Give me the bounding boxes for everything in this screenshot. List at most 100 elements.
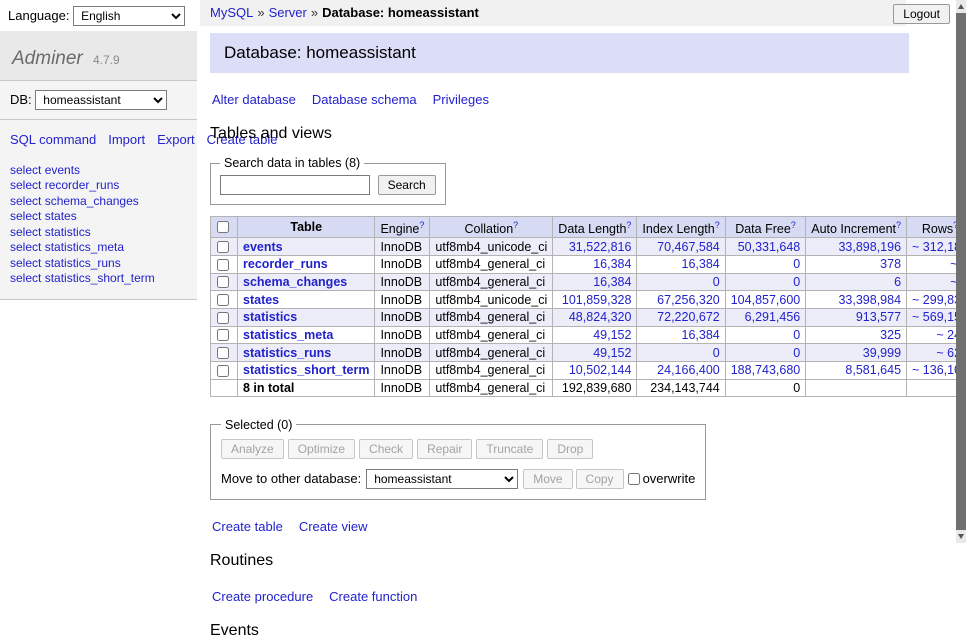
table-name-link[interactable]: states <box>45 209 77 223</box>
auto-increment-link[interactable]: 8,581,645 <box>845 363 901 377</box>
index-length-link[interactable]: 16,384 <box>682 257 720 271</box>
index-length-link[interactable]: 70,467,584 <box>657 240 720 254</box>
row-checkbox[interactable] <box>217 259 229 271</box>
auto-increment-link[interactable]: 913,577 <box>856 310 901 324</box>
scrollbar-thumb[interactable] <box>956 13 966 530</box>
scrollbar-up-icon[interactable] <box>958 4 964 9</box>
table-name-link[interactable]: statistics_runs <box>45 256 121 270</box>
table-link[interactable]: schema_changes <box>243 275 347 289</box>
logout-button[interactable]: Logout <box>893 4 950 24</box>
repair-button[interactable]: Repair <box>417 439 472 459</box>
auto-increment-link[interactable]: 33,898,196 <box>838 240 901 254</box>
link-export[interactable]: Export <box>157 132 195 147</box>
auto-increment-link[interactable]: 6 <box>894 275 901 289</box>
link-alter-database[interactable]: Alter database <box>212 92 296 107</box>
drop-button[interactable]: Drop <box>547 439 593 459</box>
select-link[interactable]: select <box>10 225 41 239</box>
data-free-link[interactable]: 188,743,680 <box>731 363 801 377</box>
table-link[interactable]: statistics <box>243 310 297 324</box>
data-length-link[interactable]: 49,152 <box>593 328 631 342</box>
breadcrumb-mysql-link[interactable]: MySQL <box>210 5 253 20</box>
row-checkbox[interactable] <box>217 294 229 306</box>
select-link[interactable]: select <box>10 209 41 223</box>
table-name-link[interactable]: schema_changes <box>45 194 139 208</box>
analyze-button[interactable]: Analyze <box>221 439 284 459</box>
row-checkbox[interactable] <box>217 347 229 359</box>
row-checkbox[interactable] <box>217 329 229 341</box>
link-create-view[interactable]: Create view <box>299 519 368 534</box>
index-length-link[interactable]: 67,256,320 <box>657 293 720 307</box>
table-name-link[interactable]: events <box>45 163 80 177</box>
help-icon[interactable]: ? <box>896 220 901 230</box>
help-icon[interactable]: ? <box>791 220 796 230</box>
select-link[interactable]: select <box>10 194 41 208</box>
select-link[interactable]: select <box>10 163 41 177</box>
table-name-link[interactable]: recorder_runs <box>45 178 120 192</box>
table-name-link[interactable]: statistics_meta <box>45 240 124 254</box>
link-sql-command[interactable]: SQL command <box>10 132 96 147</box>
data-length-link[interactable]: 10,502,144 <box>569 363 632 377</box>
copy-button[interactable]: Copy <box>576 469 624 489</box>
table-name-link[interactable]: statistics <box>45 225 91 239</box>
data-free-link[interactable]: 0 <box>793 275 800 289</box>
breadcrumb-server-link[interactable]: Server <box>269 5 307 20</box>
help-icon[interactable]: ? <box>626 220 631 230</box>
select-link[interactable]: select <box>10 178 41 192</box>
check-button[interactable]: Check <box>359 439 413 459</box>
help-icon[interactable]: ? <box>419 220 424 230</box>
data-free-link[interactable]: 104,857,600 <box>731 293 801 307</box>
select-link[interactable]: select <box>10 240 41 254</box>
scrollbar-down-icon[interactable] <box>958 534 964 539</box>
table-link[interactable]: statistics_short_term <box>243 363 369 377</box>
help-icon[interactable]: ? <box>513 220 518 230</box>
data-length-link[interactable]: 48,824,320 <box>569 310 632 324</box>
index-length-link[interactable]: 0 <box>713 275 720 289</box>
row-checkbox[interactable] <box>217 276 229 288</box>
data-free-link[interactable]: 0 <box>793 346 800 360</box>
scrollbar[interactable] <box>956 0 966 543</box>
optimize-button[interactable]: Optimize <box>288 439 355 459</box>
auto-increment-link[interactable]: 378 <box>880 257 901 271</box>
index-length-link[interactable]: 72,220,672 <box>657 310 720 324</box>
data-free-link[interactable]: 0 <box>793 328 800 342</box>
select-link[interactable]: select <box>10 256 41 270</box>
table-link[interactable]: statistics_runs <box>243 346 331 360</box>
table-name-link[interactable]: statistics_short_term <box>45 271 155 285</box>
table-link[interactable]: statistics_meta <box>243 328 333 342</box>
index-length-link[interactable]: 16,384 <box>682 328 720 342</box>
data-length-link[interactable]: 101,859,328 <box>562 293 632 307</box>
link-import[interactable]: Import <box>108 132 145 147</box>
link-database-schema[interactable]: Database schema <box>312 92 417 107</box>
help-icon[interactable]: ? <box>715 220 720 230</box>
overwrite-checkbox[interactable] <box>628 473 640 485</box>
data-free-link[interactable]: 50,331,648 <box>738 240 801 254</box>
index-length-link[interactable]: 24,166,400 <box>657 363 720 377</box>
table-link[interactable]: recorder_runs <box>243 257 328 271</box>
auto-increment-link[interactable]: 39,999 <box>863 346 901 360</box>
data-free-link[interactable]: 0 <box>793 257 800 271</box>
table-link[interactable]: states <box>243 293 279 307</box>
language-select[interactable]: English <box>73 6 185 26</box>
link-create-function[interactable]: Create function <box>329 589 417 604</box>
row-checkbox[interactable] <box>217 312 229 324</box>
index-length-link[interactable]: 0 <box>713 346 720 360</box>
data-length-link[interactable]: 31,522,816 <box>569 240 632 254</box>
move-button[interactable]: Move <box>523 469 572 489</box>
link-create-table[interactable]: Create table <box>212 519 283 534</box>
link-create-procedure[interactable]: Create procedure <box>212 589 313 604</box>
search-input[interactable] <box>220 175 370 195</box>
data-length-link[interactable]: 49,152 <box>593 346 631 360</box>
auto-increment-link[interactable]: 33,398,984 <box>838 293 901 307</box>
table-link[interactable]: events <box>243 240 283 254</box>
truncate-button[interactable]: Truncate <box>476 439 543 459</box>
move-db-select[interactable]: homeassistant <box>366 469 518 489</box>
select-all-checkbox[interactable] <box>217 221 229 233</box>
data-length-link[interactable]: 16,384 <box>593 275 631 289</box>
row-checkbox[interactable] <box>217 241 229 253</box>
db-select[interactable]: homeassistant <box>35 90 167 110</box>
link-privileges[interactable]: Privileges <box>433 92 489 107</box>
data-free-link[interactable]: 6,291,456 <box>745 310 801 324</box>
auto-increment-link[interactable]: 325 <box>880 328 901 342</box>
search-button[interactable]: Search <box>378 175 436 195</box>
data-length-link[interactable]: 16,384 <box>593 257 631 271</box>
